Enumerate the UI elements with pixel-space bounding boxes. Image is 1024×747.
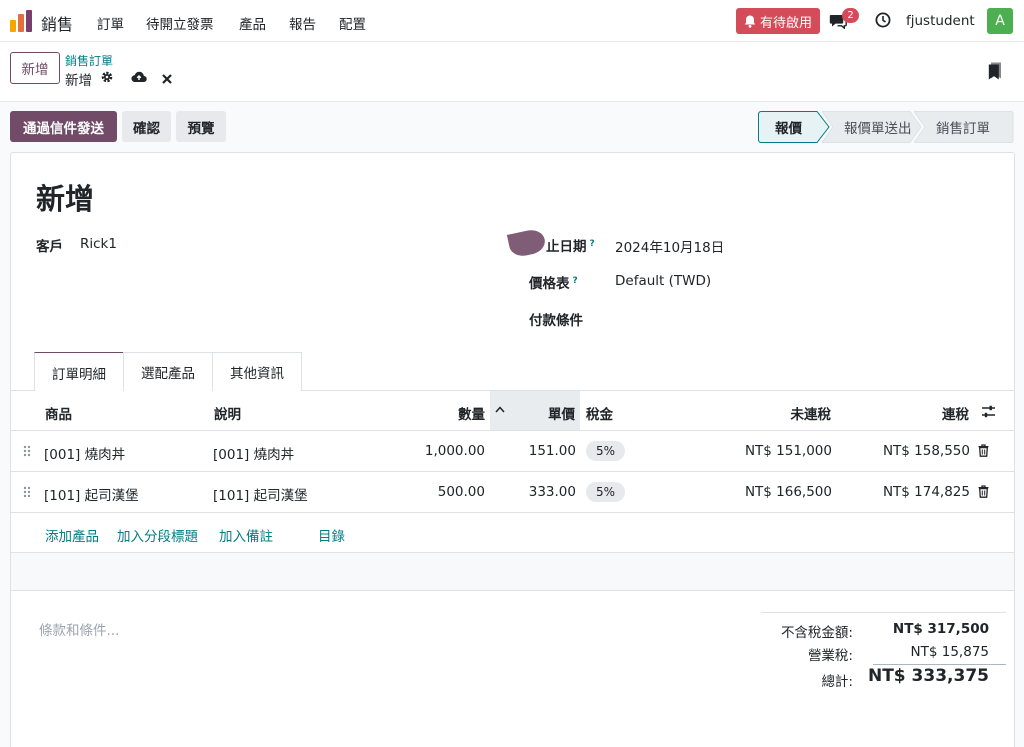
row-quantity[interactable]: 500.00 — [391, 484, 485, 500]
totals-divider — [761, 612, 1006, 613]
stage-sales-order[interactable]: 銷售訂單 — [914, 111, 1014, 143]
row-subtotal: NT$ 166,500 — [744, 484, 832, 500]
order-lines-header: 商品 說明 數量 單價 稅金 未連稅 連稅 — [11, 391, 1014, 431]
expiry-label: 止日期? — [546, 238, 595, 256]
activity-button[interactable]: 有待啟用 — [736, 8, 821, 34]
tab-other-info[interactable]: 其他資訊 — [212, 352, 302, 391]
row-description[interactable]: [101] 起司漢堡 — [213, 484, 308, 504]
row-unit-price[interactable]: 151.00 — [491, 443, 576, 459]
drag-handle-icon[interactable] — [23, 486, 31, 498]
header-unit-price[interactable]: 單價 — [511, 403, 575, 423]
top-navbar: 銷售 訂單 待開立發票 產品 報告 配置 有待啟用 2 fjustudent A — [0, 0, 1024, 42]
stage-label-quotation: 報價 — [775, 121, 802, 137]
terms-conditions-field[interactable]: 條款和條件... — [39, 619, 119, 639]
add-product-link[interactable]: 添加產品 — [45, 525, 99, 545]
new-button[interactable]: 新增 — [10, 52, 60, 84]
clock-icon[interactable] — [875, 12, 891, 28]
bookmark-icon[interactable] — [988, 62, 1002, 80]
menu-configuration[interactable]: 配置 — [339, 13, 366, 33]
cloud-upload-icon[interactable] — [131, 70, 147, 84]
grand-total-label: 總計: — [821, 674, 853, 690]
row-description[interactable]: [001] 燒肉丼 — [213, 443, 294, 463]
drag-handle-icon[interactable] — [23, 445, 31, 457]
user-name[interactable]: fjustudent — [906, 13, 975, 29]
preview-button[interactable]: 預覽 — [176, 111, 226, 142]
app-name[interactable]: 銷售 — [41, 11, 73, 35]
send-email-button[interactable]: 通過信件發送 — [10, 111, 117, 142]
add-note-link[interactable]: 加入備註 — [219, 525, 273, 545]
stage-label-sales-order: 銷售訂單 — [936, 121, 990, 137]
payment-terms-field[interactable] — [615, 309, 995, 329]
trash-icon[interactable] — [978, 485, 989, 498]
menu-reporting[interactable]: 報告 — [289, 13, 316, 33]
row-product[interactable]: [001] 燒肉丼 — [44, 443, 125, 463]
confirm-button[interactable]: 確認 — [122, 111, 171, 142]
payment-terms-label: 付款條件 — [529, 313, 583, 329]
chat-badge: 2 — [842, 8, 859, 23]
row-subtotal: NT$ 151,000 — [744, 443, 832, 459]
sort-up-icon — [495, 406, 505, 413]
customer-field[interactable]: Rick1 — [80, 236, 117, 252]
breadcrumb-parent[interactable]: 銷售訂單 — [65, 52, 113, 69]
tab-optional-products[interactable]: 選配產品 — [123, 352, 213, 391]
discard-icon[interactable] — [162, 72, 172, 86]
catalog-link[interactable]: 目錄 — [318, 525, 345, 545]
customer-label: 客戶 — [36, 239, 63, 255]
header-taxes[interactable]: 稅金 — [586, 403, 613, 423]
tax-badge[interactable]: 5% — [586, 441, 626, 461]
notebook-tabs: 訂單明細 選配產品 其他資訊 — [34, 352, 302, 392]
header-total[interactable]: 連稅 — [869, 403, 969, 423]
add-section-link[interactable]: 加入分段標題 — [117, 525, 198, 545]
page-title: 新增 — [36, 182, 95, 216]
empty-row-strip — [11, 552, 1014, 591]
header-subtotal[interactable]: 未連稅 — [731, 403, 832, 423]
row-total: NT$ 158,550 — [882, 443, 970, 459]
trash-icon[interactable] — [978, 444, 989, 457]
grand-total-value: NT$ 333,375 — [867, 666, 989, 686]
control-panel: 新增 銷售訂單 新增 — [0, 42, 1024, 102]
avatar[interactable]: A — [987, 8, 1013, 34]
activity-label: 有待啟用 — [760, 15, 813, 31]
sales-app-icon[interactable] — [10, 10, 32, 32]
header-quantity[interactable]: 數量 — [411, 403, 485, 423]
row-unit-price[interactable]: 333.00 — [491, 484, 576, 500]
column-settings-icon[interactable] — [981, 405, 996, 418]
pricelist-field[interactable]: Default (TWD) — [615, 273, 711, 289]
stage-label-quotation-sent: 報價單送出 — [844, 121, 912, 137]
menu-orders[interactable]: 訂單 — [97, 13, 124, 33]
menu-to-invoice[interactable]: 待開立發票 — [146, 13, 214, 33]
pricelist-label: 價格表? — [529, 275, 578, 293]
stage-quotation-sent[interactable]: 報價單送出 — [822, 111, 922, 143]
row-product[interactable]: [101] 起司漢堡 — [44, 484, 139, 504]
row-total: NT$ 174,825 — [882, 484, 970, 500]
tab-order-lines[interactable]: 訂單明細 — [34, 352, 124, 392]
gear-icon[interactable] — [100, 70, 114, 84]
tax-amount-value: NT$ 15,875 — [910, 644, 989, 660]
untaxed-amount-label: 不含稅金額: — [780, 625, 853, 641]
status-bar: 報價 報價單送出 銷售訂單 — [758, 111, 1014, 143]
table-row[interactable]: [001] 燒肉丼 [001] 燒肉丼 1,000.00 151.00 5% N… — [11, 431, 1014, 472]
row-quantity[interactable]: 1,000.00 — [391, 443, 485, 459]
expiry-date-field[interactable]: 2024年10月18日 — [615, 236, 724, 256]
menu-products[interactable]: 產品 — [239, 13, 266, 33]
header-product[interactable]: 商品 — [45, 403, 72, 423]
tax-badge[interactable]: 5% — [586, 482, 626, 502]
untaxed-amount-value: NT$ 317,500 — [892, 621, 989, 637]
header-description[interactable]: 說明 — [214, 403, 241, 423]
stage-quotation[interactable]: 報價 — [758, 111, 830, 143]
grand-total-divider — [873, 664, 1006, 665]
breadcrumb-current: 新增 — [65, 73, 92, 89]
bell-icon — [744, 15, 756, 28]
tax-amount-label: 營業稅: — [807, 648, 853, 664]
table-row[interactable]: [101] 起司漢堡 [101] 起司漢堡 500.00 333.00 5% N… — [11, 472, 1014, 513]
